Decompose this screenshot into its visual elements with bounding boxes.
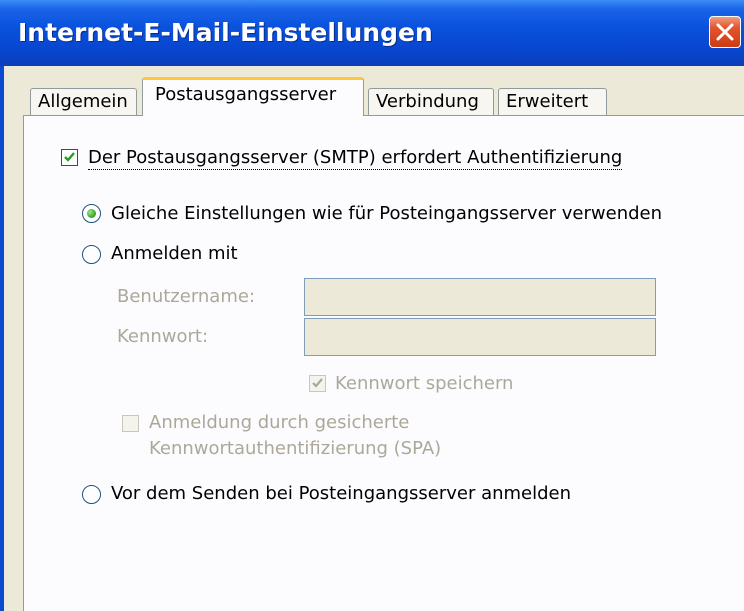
remember-password-checkbox[interactable]: [309, 375, 326, 392]
radio-selected-dot: [87, 209, 96, 218]
remember-password-label[interactable]: Kennwort speichern: [335, 373, 513, 395]
tab-label: Allgemein: [38, 91, 128, 112]
close-button[interactable]: [709, 16, 741, 48]
checkmark-icon: [64, 152, 75, 162]
tab-allgemein[interactable]: Allgemein: [30, 88, 137, 116]
tab-verbindung[interactable]: Verbindung: [368, 88, 494, 116]
login-with-label[interactable]: Anmelden mit: [111, 243, 238, 265]
tab-postausgangsserver[interactable]: Postausgangsserver: [142, 77, 364, 116]
spa-label-line2[interactable]: Kennwortauthentifizierung (SPA): [149, 438, 441, 460]
window-frame-left: [0, 66, 4, 611]
same-settings-radio[interactable]: [82, 204, 101, 223]
title-bar[interactable]: Internet-E-Mail-Einstellungen: [0, 0, 744, 66]
password-input[interactable]: [304, 318, 656, 356]
checkmark-icon: [312, 378, 323, 388]
password-label: Kennwort:: [117, 326, 209, 347]
close-icon: [716, 23, 734, 41]
tab-panel: [23, 115, 744, 611]
tab-label: Verbindung: [376, 91, 479, 112]
login-with-radio[interactable]: [82, 245, 101, 264]
tab-erweitert[interactable]: Erweitert: [498, 88, 607, 116]
tab-label: Postausgangsserver: [155, 84, 337, 105]
smtp-auth-checkbox[interactable]: [61, 149, 78, 166]
login-before-send-radio[interactable]: [82, 485, 101, 504]
same-settings-label[interactable]: Gleiche Einstellungen wie für Posteingan…: [111, 203, 662, 225]
window-title: Internet-E-Mail-Einstellungen: [18, 18, 433, 47]
spa-label-line1[interactable]: Anmeldung durch gesicherte: [149, 412, 409, 434]
username-label: Benutzername:: [117, 286, 256, 307]
login-before-send-label[interactable]: Vor dem Senden bei Posteingangsserver an…: [111, 483, 571, 505]
tab-label: Erweitert: [506, 91, 589, 112]
username-input[interactable]: [304, 278, 656, 316]
spa-checkbox[interactable]: [122, 415, 139, 432]
smtp-auth-label[interactable]: Der Postausgangsserver (SMTP) erfordert …: [88, 147, 623, 170]
